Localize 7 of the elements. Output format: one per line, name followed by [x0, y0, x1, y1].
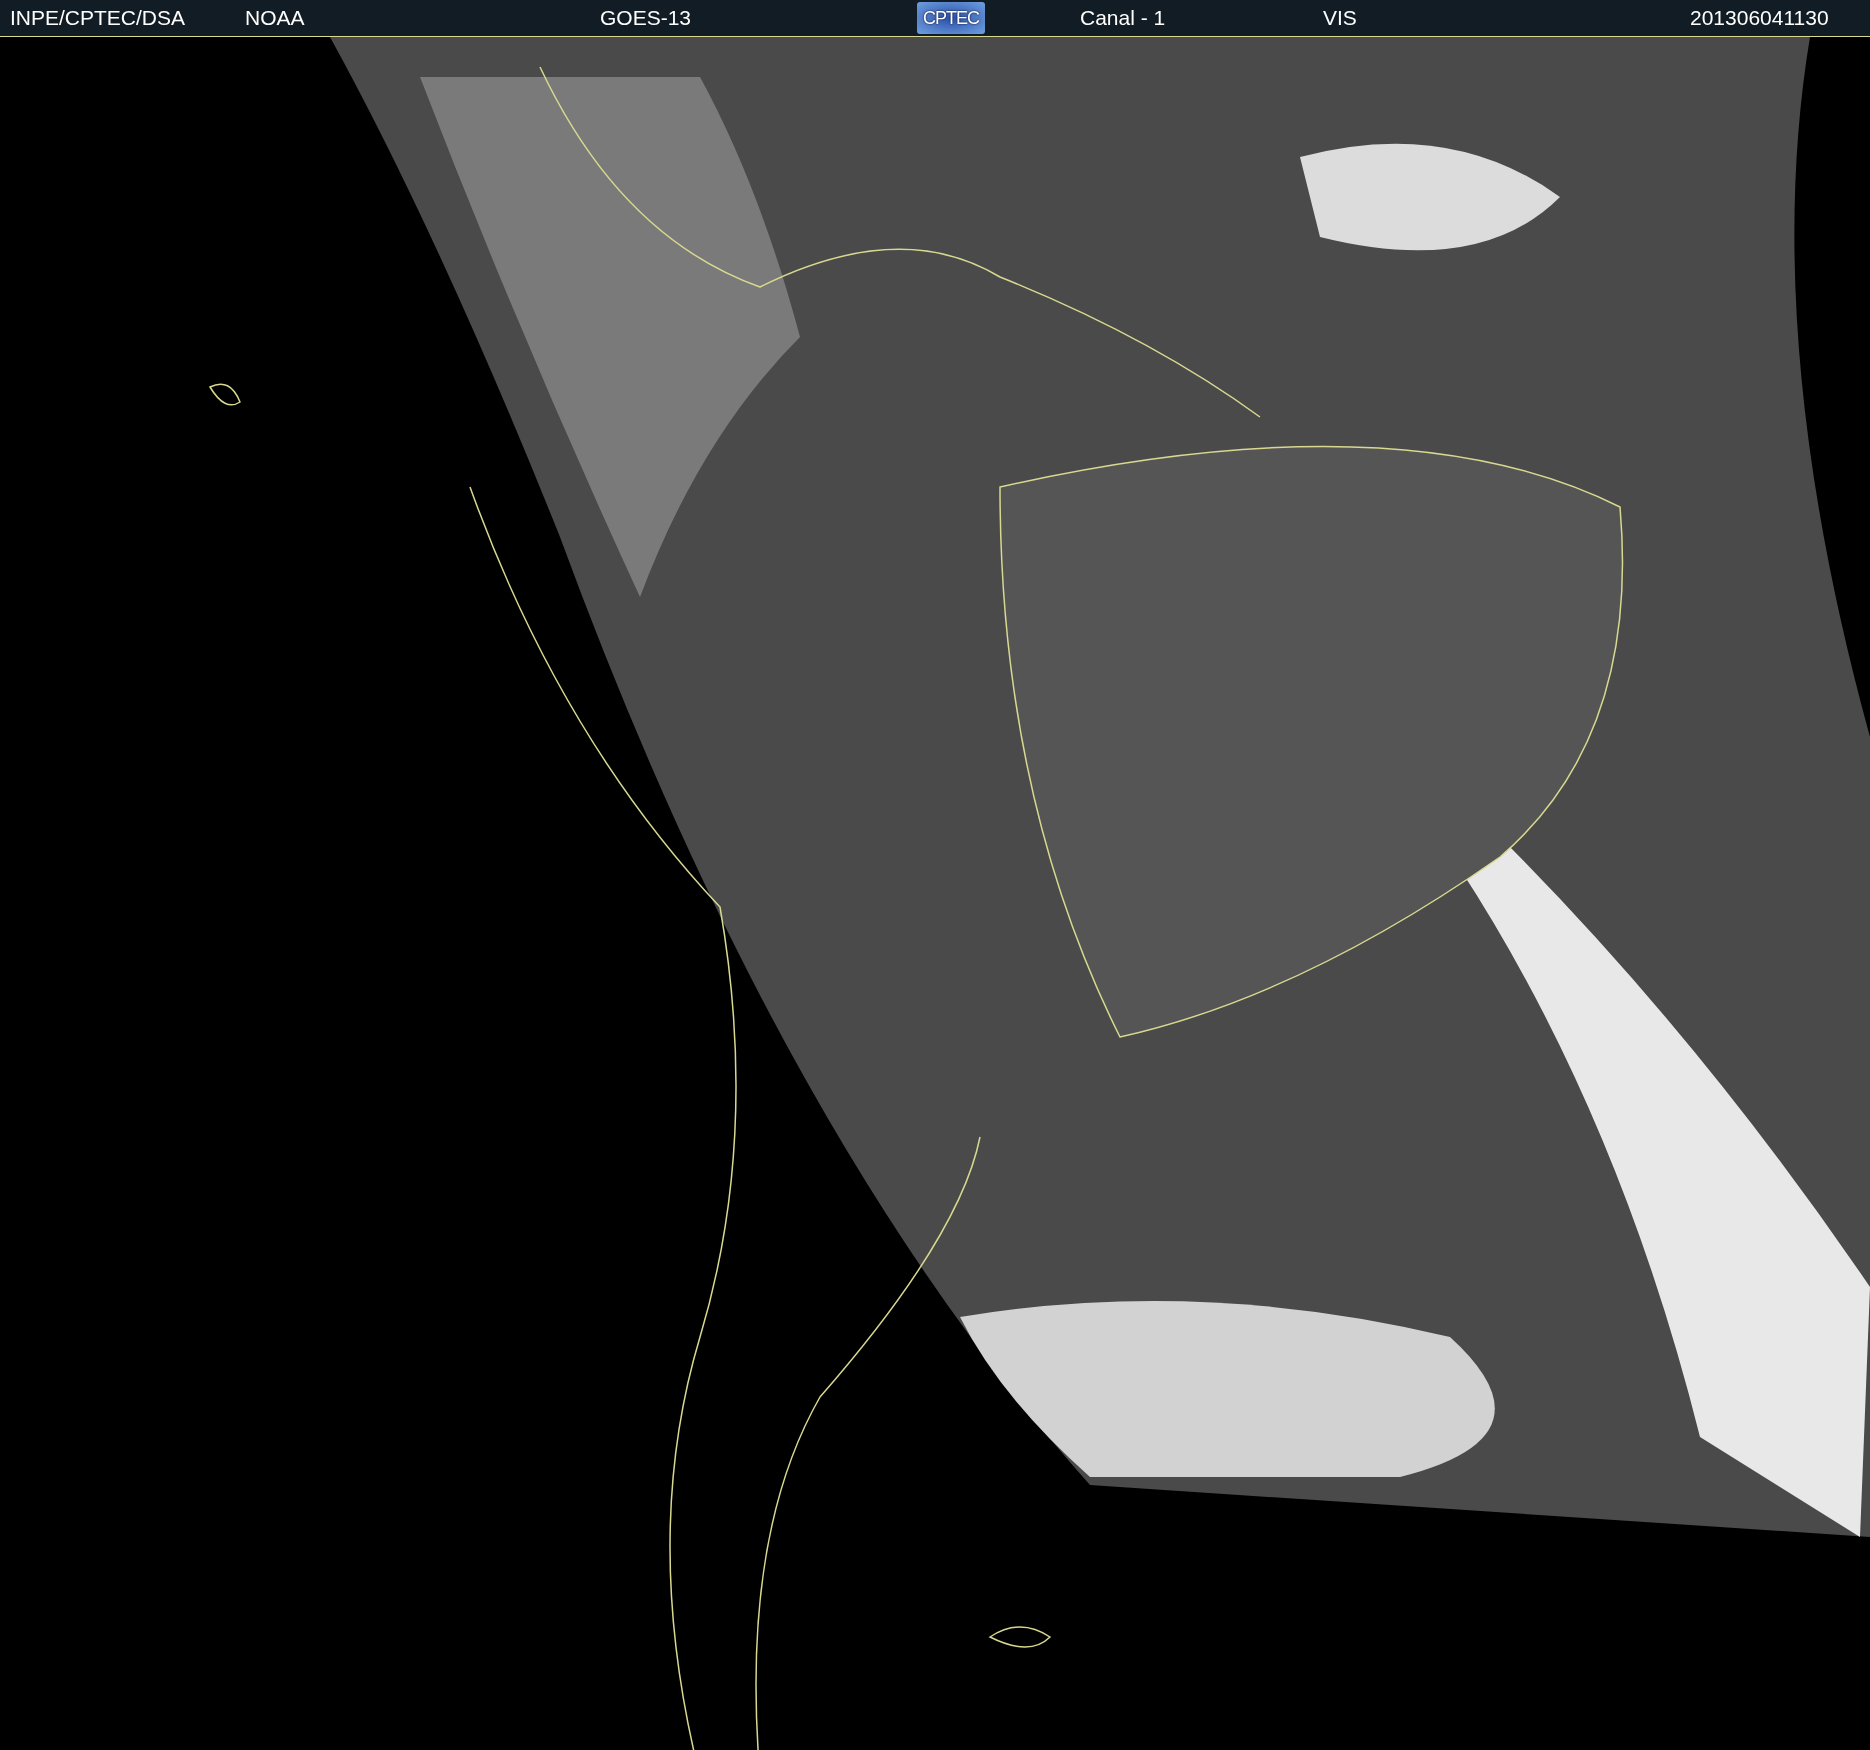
header-label: VIS: [1323, 6, 1358, 30]
header-label: NOAA: [245, 6, 306, 30]
header-label: 201306041130: [1690, 6, 1830, 30]
agency-logo: CPTEC: [917, 2, 985, 34]
header-label: INPE/CPTEC/DSA: [10, 6, 187, 30]
header-label: Canal - 1: [1080, 6, 1167, 30]
header-label: GOES-13: [600, 6, 693, 30]
